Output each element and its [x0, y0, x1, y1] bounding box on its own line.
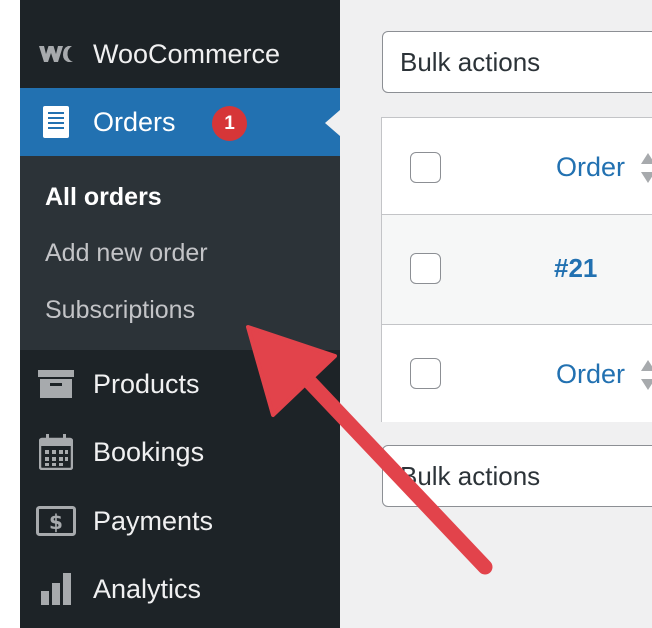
menu-item-orders[interactable]: Orders 1	[20, 88, 340, 156]
orders-count-badge: 1	[212, 106, 247, 141]
orders-table: Order #21 Order	[381, 117, 652, 422]
menu-label-payments: Payments	[93, 505, 214, 536]
menu-item-products[interactable]: Products	[20, 350, 340, 418]
table-row[interactable]: #21	[382, 215, 652, 325]
menu-label-analytics: Analytics	[93, 573, 202, 604]
calendar-icon	[36, 432, 76, 472]
bulk-actions-select-bottom[interactable]: Bulk actions	[382, 445, 652, 507]
woocommerce-logo-icon	[36, 34, 76, 74]
menu-label-orders: Orders	[93, 106, 176, 137]
bar-chart-icon	[36, 569, 76, 609]
submenu-item-add-new-order[interactable]: Add new order	[45, 239, 208, 268]
main-content: Bulk actions Order #21 Order Bulk action…	[340, 0, 652, 628]
bulk-actions-select-top[interactable]: Bulk actions	[382, 31, 652, 93]
menu-label-woocommerce: WooCommerce	[93, 38, 281, 69]
orders-document-icon	[36, 102, 76, 142]
order-number-link[interactable]: #21	[554, 253, 597, 284]
sort-icon[interactable]	[638, 148, 652, 188]
submenu-item-subscriptions[interactable]: Subscriptions	[45, 296, 195, 325]
orders-submenu: All orders Add new order Subscriptions	[20, 156, 340, 350]
select-all-checkbox[interactable]	[410, 152, 441, 183]
admin-sidebar: WooCommerce Orders 1 All orders Add new …	[20, 0, 340, 628]
menu-item-payments[interactable]: $ Payments	[20, 487, 340, 555]
column-footer-order[interactable]: Order	[556, 359, 625, 390]
row-checkbox[interactable]	[410, 253, 441, 284]
menu-label-bookings: Bookings	[93, 436, 205, 467]
svg-text:$: $	[49, 510, 63, 534]
sort-icon[interactable]	[638, 355, 652, 395]
menu-label-products: Products	[93, 368, 200, 399]
column-header-order[interactable]: Order	[556, 152, 625, 183]
menu-item-analytics[interactable]: Analytics	[20, 555, 340, 623]
left-margin	[0, 0, 20, 628]
menu-item-bookings[interactable]: Bookings	[20, 418, 340, 486]
dollar-icon: $	[36, 501, 76, 541]
table-footer-row: Order	[382, 325, 652, 422]
table-header-row: Order	[382, 118, 652, 215]
submenu-item-all-orders[interactable]: All orders	[45, 183, 162, 212]
select-all-checkbox-footer[interactable]	[410, 358, 441, 389]
archive-box-icon	[36, 364, 76, 404]
menu-item-woocommerce[interactable]: WooCommerce	[20, 20, 340, 88]
